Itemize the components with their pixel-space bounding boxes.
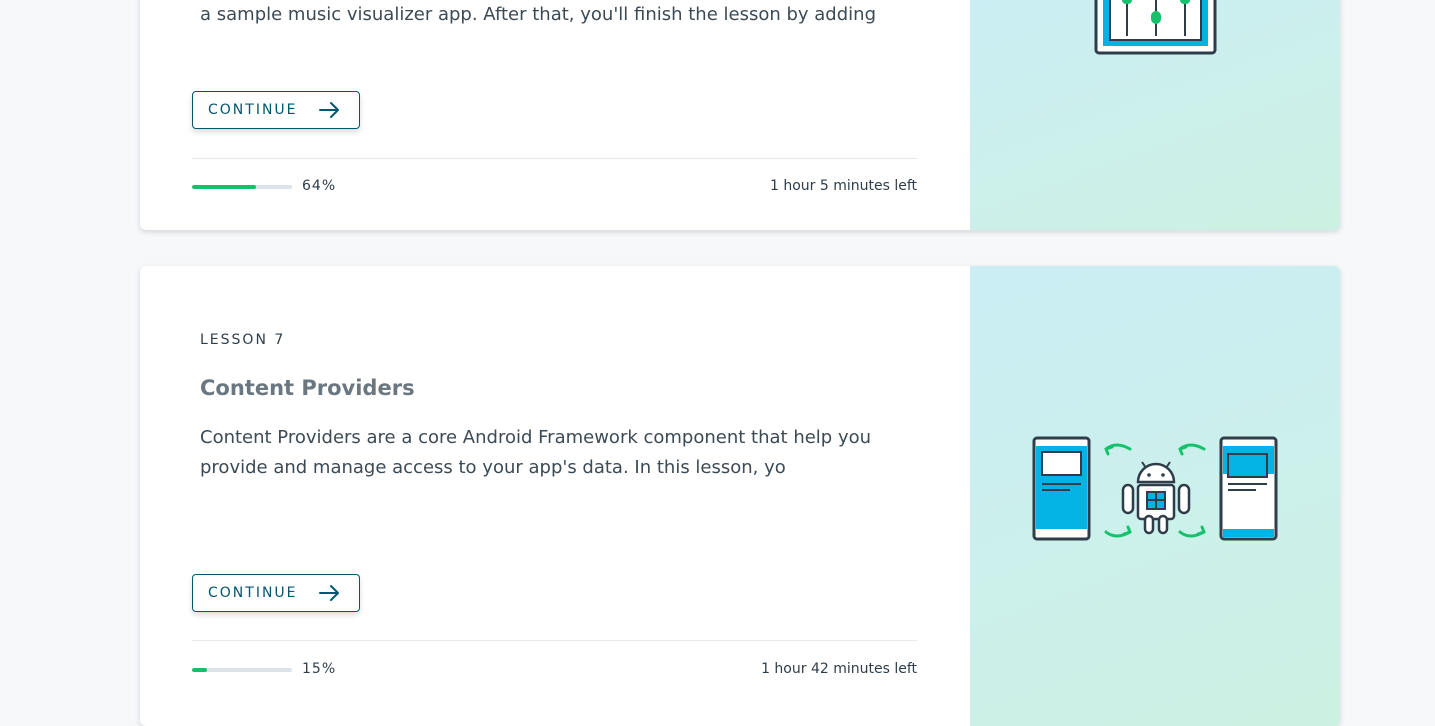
lesson-title[interactable]: Content Providers <box>200 376 415 400</box>
lesson-illustration-panel <box>970 0 1340 230</box>
lesson-card-content: LESSON 7 Content Providers Content Provi… <box>140 266 970 726</box>
lesson-card: a sample music visualizer app. After tha… <box>140 0 1340 230</box>
time-left: 1 hour 5 minutes left <box>769 178 917 194</box>
arrow-right-icon <box>319 585 339 601</box>
divider <box>192 158 917 159</box>
arrow-right-icon <box>319 102 339 118</box>
lesson-description: a sample music visualizer app. After tha… <box>200 4 876 25</box>
lesson-card-content: a sample music visualizer app. After tha… <box>140 0 970 230</box>
android-content-provider-icon <box>1032 436 1278 541</box>
progress-bar-fill <box>192 668 207 672</box>
progress-percent: 64% <box>302 178 337 194</box>
lesson-description: Content Providers are a core Android Fra… <box>200 427 872 478</box>
progress-bar <box>192 185 292 189</box>
divider <box>192 640 917 641</box>
lesson-number: LESSON 7 <box>200 332 286 348</box>
equalizer-sliders-icon <box>1094 0 1217 55</box>
lesson-illustration-panel <box>970 266 1340 726</box>
continue-button[interactable]: CONTINUE <box>192 574 360 612</box>
continue-button[interactable]: CONTINUE <box>192 91 360 129</box>
continue-button-label: CONTINUE <box>208 585 298 601</box>
time-left: 1 hour 42 minutes left <box>761 661 917 677</box>
continue-button-label: CONTINUE <box>208 102 298 118</box>
progress-bar <box>192 668 292 672</box>
progress-percent: 15% <box>302 661 337 677</box>
lesson-card: LESSON 7 Content Providers Content Provi… <box>140 266 1340 726</box>
progress-bar-fill <box>192 185 256 189</box>
